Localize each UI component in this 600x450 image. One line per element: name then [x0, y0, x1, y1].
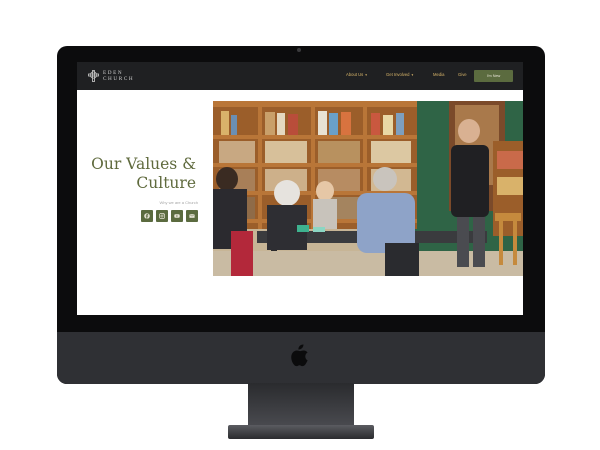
hero-photo [213, 101, 523, 276]
instagram-icon [159, 213, 165, 219]
page-subtitle: Why we are a Church [159, 200, 198, 205]
nav-media[interactable]: Media [433, 72, 444, 77]
nav-media-label: Media [433, 72, 445, 77]
stand-neck [248, 383, 354, 427]
nav-get-involved-label: Get Involved [386, 72, 410, 77]
instagram-button[interactable] [156, 210, 168, 222]
facebook-button[interactable] [141, 210, 153, 222]
chevron-down-icon: ▾ [411, 73, 414, 77]
email-icon [189, 214, 195, 218]
camera-dot [297, 48, 301, 52]
email-button[interactable] [186, 210, 198, 222]
youtube-button[interactable] [171, 210, 183, 222]
im-new-button[interactable]: I'm New [474, 70, 513, 82]
title-line-1: Our Values & [91, 155, 196, 173]
site-header: EDEN CHURCH About Us ▾ Get Involved ▾ Medi… [77, 62, 523, 90]
logo-line-2: CHURCH [103, 76, 135, 82]
page-title: Our Values & Culture [91, 155, 196, 193]
chevron-down-icon: ▾ [365, 73, 367, 77]
facebook-icon [144, 213, 150, 219]
stand-foot [228, 425, 374, 439]
apple-logo-icon [291, 344, 308, 367]
website-screen: EDEN CHURCH About Us ▾ Get Involved ▾ Medi… [77, 62, 523, 315]
site-logo-text[interactable]: EDEN CHURCH [103, 70, 134, 82]
cross-logo-icon[interactable] [88, 70, 99, 82]
nav-get-involved[interactable]: Get Involved ▾ [386, 72, 413, 77]
youtube-icon [174, 214, 180, 218]
social-links [141, 210, 198, 222]
nav-about-us-label: About Us [346, 72, 364, 77]
nav-give-label: Give [458, 72, 467, 77]
nav-about-us[interactable]: About Us ▾ [346, 72, 367, 77]
title-line-2: Culture [136, 174, 196, 192]
nav-give[interactable]: Give [458, 72, 467, 77]
